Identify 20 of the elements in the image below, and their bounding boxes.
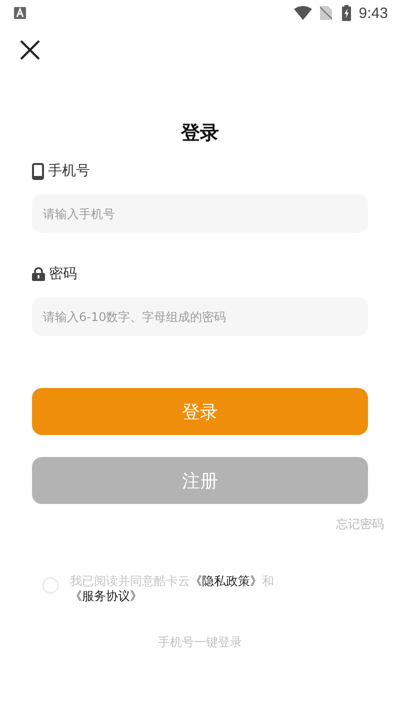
- phone-field[interactable]: 请输入手机号: [32, 194, 368, 233]
- page-title: 登录: [180, 121, 220, 146]
- password-field[interactable]: 请输入6-10数字、字母组成的密码: [32, 297, 368, 336]
- field-label: 密码: [49, 265, 77, 283]
- status-time: 9:43: [358, 4, 388, 22]
- agreement-link[interactable]: 《隐私政策》: [190, 574, 262, 588]
- wifi-icon: [294, 6, 312, 20]
- agreement-link[interactable]: 《服务协议》: [70, 589, 142, 603]
- lock-icon: [32, 267, 45, 281]
- battery-charging-icon: [342, 5, 351, 21]
- register-button[interactable]: 注册: [32, 457, 368, 504]
- phone-icon: [32, 162, 44, 180]
- close-icon[interactable]: [18, 38, 42, 62]
- one-key-login-link[interactable]: 手机号一键登录: [0, 634, 400, 651]
- forgot-password-link[interactable]: 忘记密码: [336, 516, 384, 533]
- no-sim-icon: [320, 6, 332, 20]
- agreement-text: 我已阅读并同意酷卡云《隐私政策》和 《服务协议》: [70, 574, 275, 604]
- field-label: 手机号: [48, 162, 90, 180]
- login-button[interactable]: 登录: [32, 388, 368, 435]
- notification-icon: [14, 7, 26, 19]
